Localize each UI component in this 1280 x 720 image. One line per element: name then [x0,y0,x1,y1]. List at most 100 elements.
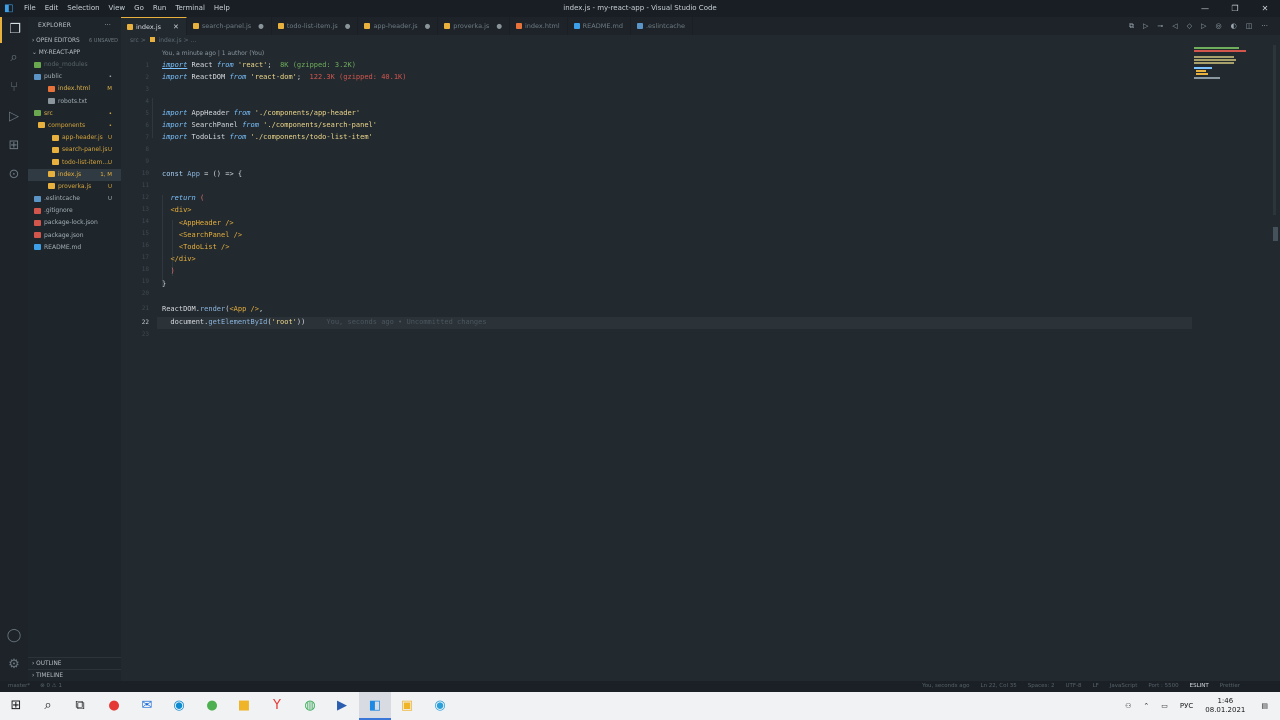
tree-item[interactable]: index.html M [28,83,121,95]
search-icon[interactable]: ⌕ [0,45,28,71]
more-actions-icon[interactable]: ··· [105,17,111,35]
status-item-port-5500[interactable]: Port : 5500 [1148,683,1178,689]
yandex-browser-icon[interactable]: ● [98,692,130,720]
open-changes-icon[interactable]: ◎ [1215,22,1221,30]
explorer-icon[interactable]: ❐ [0,17,28,43]
close-button[interactable]: ✕ [1250,0,1280,17]
maximize-button[interactable]: ❐ [1220,0,1250,17]
media-player-icon[interactable]: ▣ [391,692,423,720]
search-taskbar-icon[interactable]: ⌕ [32,692,64,720]
status-item-eslint[interactable]: ESLINT [1190,683,1209,689]
tree-item[interactable]: components • [28,120,121,132]
tree-item[interactable]: package-lock.json [28,217,121,229]
network-icon[interactable]: ▭ [1161,702,1168,710]
account-icon[interactable]: ◯ [0,623,28,649]
problems-count[interactable]: ⊗ 0 ⚠ 1 [40,683,62,689]
settings-gear-icon[interactable]: ⚙ [0,652,28,678]
forward-icon[interactable]: ▷ [1201,22,1206,30]
status-item-utf-8[interactable]: UTF-8 [1066,683,1082,689]
timeline-section[interactable]: › TIMELINE [28,669,121,681]
status-item-lf[interactable]: LF [1093,683,1099,689]
tab-app-header-js[interactable]: app-header.js ● [358,17,439,35]
tab-todo-list-item-js[interactable]: todo-list-item.js ● [272,17,359,35]
codelens-author[interactable]: You, a minute ago | 1 author (You) [162,50,264,57]
code-editor[interactable]: 1 import React from 'react'; 8K (gzipped… [121,60,1280,680]
outline-section[interactable]: › OUTLINE [28,657,121,669]
tree-item[interactable]: proverka.js U [28,181,121,193]
tree-item[interactable]: package.json [28,230,121,242]
tree-item[interactable]: public • [28,71,121,83]
minimize-button[interactable]: — [1190,0,1220,17]
utorrent-icon[interactable]: ● [196,692,228,720]
file-explorer-icon[interactable]: ■ [228,692,260,720]
tab-search-panel-js[interactable]: search-panel.js ● [187,17,272,35]
status-item-ln-22-col-35[interactable]: Ln 22, Col 35 [981,683,1017,689]
powershell-icon[interactable]: ▶ [326,692,358,720]
unsaved-dot-icon[interactable]: ● [425,17,431,35]
breadcrumb-more[interactable]: > ... [184,37,197,44]
vertical-scrollbar[interactable] [1273,45,1276,215]
tab-index-js[interactable]: index.js ✕ [121,17,187,35]
remote-explorer-icon[interactable]: ⊙ [0,162,28,188]
tab-index-html[interactable]: index.html [510,17,568,35]
tree-item[interactable]: index.js 1, M [28,168,121,181]
chrome-icon[interactable]: ◍ [294,692,326,720]
indent-guide [152,98,153,138]
tree-item[interactable]: .gitignore [28,205,121,217]
edge-icon[interactable]: ◉ [163,692,195,720]
yandex-icon[interactable]: Y [261,692,293,720]
status-item-you-seconds-ago[interactable]: You, seconds ago [922,683,969,689]
tab-proverka-js[interactable]: proverka.js ● [438,17,510,35]
unsaved-dot-icon[interactable]: ● [496,17,502,35]
compare-icon[interactable]: ⧉ [1129,22,1134,31]
tree-item[interactable]: robots.txt [28,96,121,108]
run-icon[interactable]: ▷ [1143,22,1148,30]
breadcrumb-file[interactable]: index.js [159,37,182,44]
preview-icon[interactable]: ◐ [1231,22,1237,30]
mail-icon[interactable]: ✉ [131,692,163,720]
tree-item[interactable]: app-header.js U [28,132,121,144]
tree-item[interactable]: search-panel.js U [28,144,121,156]
open-editors-section[interactable]: › OPEN EDITORS 6 UNSAVED [28,35,121,47]
project-name: MY-REACT-APP [38,50,81,56]
windows-start-icon[interactable]: ⊞ [0,692,32,720]
project-section[interactable]: ⌄ MY-REACT-APP [28,47,121,59]
tray-chevron-icon[interactable]: ⌃ [1143,702,1149,710]
split-editor-icon[interactable]: ◫ [1246,22,1253,30]
tree-item[interactable]: .eslintcache U [28,193,121,205]
git-branch[interactable]: master* [8,683,30,689]
source-control-icon[interactable]: ⑂ [0,75,28,101]
language-indicator[interactable]: РУС [1180,702,1193,710]
status-item-javascript[interactable]: JavaScript [1110,683,1138,689]
notifications-icon[interactable]: ▤ [1261,702,1268,710]
tab--eslintcache[interactable]: .eslintcache [631,17,693,35]
tree-item[interactable]: README.md [28,242,121,254]
editor-more-icon[interactable]: ··· [1261,22,1268,30]
unsaved-dot-icon[interactable]: ● [345,17,351,35]
extensions-icon[interactable]: ⊞ [0,133,28,159]
git-commit-icon[interactable]: ⊸ [1157,22,1163,30]
line-number: 4 [145,98,149,105]
next-change-icon[interactable]: ◇ [1187,22,1192,30]
task-view-icon[interactable]: ⧉ [64,692,96,720]
telegram-icon[interactable]: ◉ [424,692,456,720]
minimap[interactable] [1194,45,1259,80]
line-number: 18 [141,266,149,273]
tree-item[interactable]: todo-list-item.... U [28,157,121,169]
clock[interactable]: 1:46 08.01.2021 [1205,697,1245,715]
scrollbar-thumb[interactable] [1273,227,1278,241]
unsaved-dot-icon[interactable]: ● [258,17,264,35]
tab-readme-md[interactable]: README.md [568,17,631,35]
tab-close-icon[interactable]: ✕ [173,18,179,36]
file-icon [192,23,199,29]
tree-item[interactable]: node_modules [28,59,121,71]
run-debug-icon[interactable]: ▷ [0,104,28,130]
breadcrumb-folder[interactable]: src [130,37,139,44]
previous-change-icon[interactable]: ◁ [1172,22,1177,30]
tree-item[interactable]: src • [28,108,121,120]
line-number: 7 [145,134,149,141]
people-icon[interactable]: ⚇ [1125,702,1131,710]
status-item-prettier[interactable]: Prettier [1220,683,1240,689]
status-item-spaces-2[interactable]: Spaces: 2 [1028,683,1055,689]
vscode-taskbar-icon[interactable]: ◧ [359,692,391,720]
